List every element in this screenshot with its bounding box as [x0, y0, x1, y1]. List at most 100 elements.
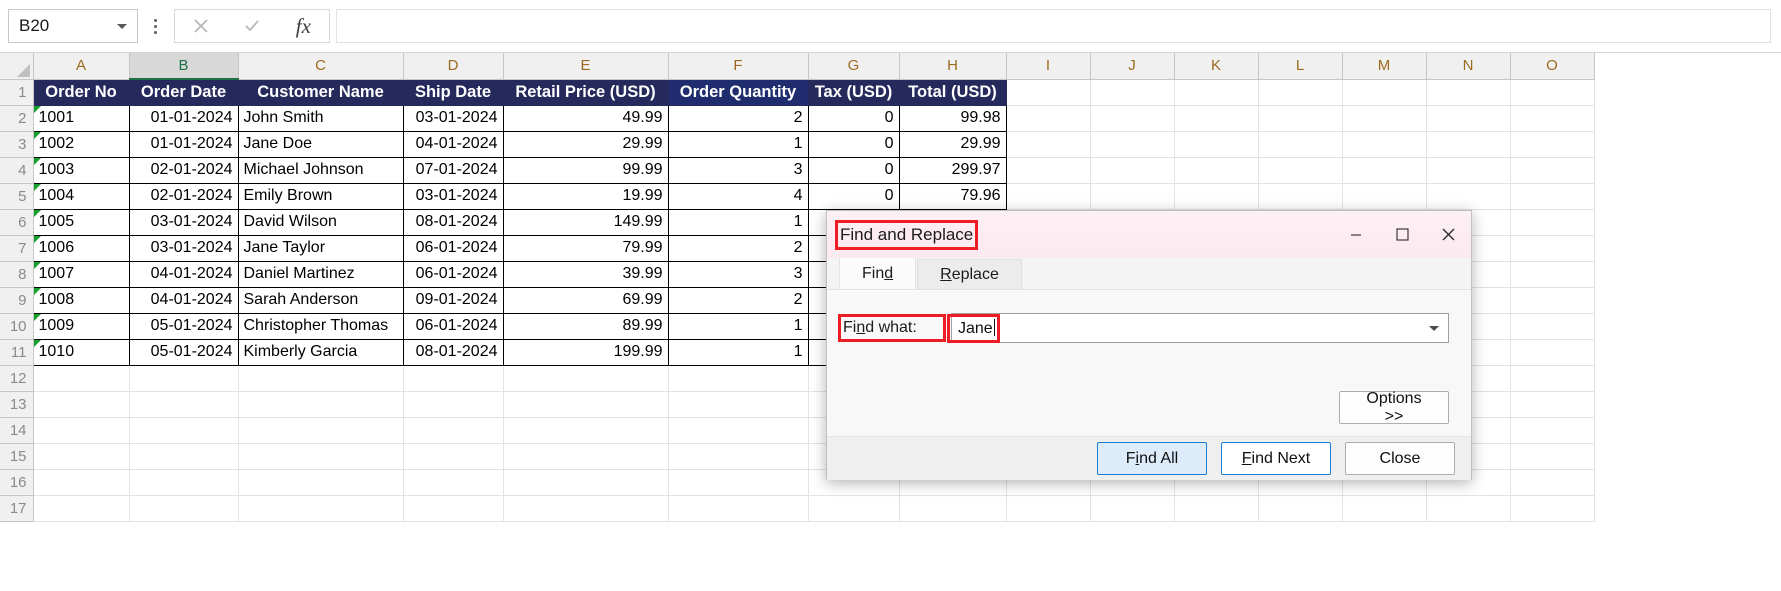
cell-C14[interactable]: [238, 417, 404, 444]
name-box[interactable]: B20: [8, 9, 138, 43]
cell-F9[interactable]: 2: [667, 287, 809, 314]
cell-L3[interactable]: [1258, 131, 1343, 158]
cell-C3[interactable]: Jane Doe: [237, 131, 404, 158]
cell-E16[interactable]: [503, 469, 669, 496]
cell-O14[interactable]: [1510, 417, 1595, 444]
cell-E15[interactable]: [503, 443, 669, 470]
row-header-15[interactable]: 15: [0, 443, 34, 470]
cell-A5[interactable]: 1004: [32, 183, 130, 210]
cell-B3[interactable]: 01-01-2024: [128, 131, 239, 158]
cell-O5[interactable]: [1510, 183, 1595, 210]
cell-C6[interactable]: David Wilson: [237, 209, 404, 236]
cell-E4[interactable]: 99.99: [502, 157, 669, 184]
find-all-button[interactable]: Fi nd All: [1097, 442, 1207, 475]
cell-D3[interactable]: 04-01-2024: [402, 131, 504, 158]
cell-M1[interactable]: [1342, 79, 1427, 106]
row-header-7[interactable]: 7: [0, 235, 34, 262]
cell-A10[interactable]: 1009: [32, 313, 130, 340]
cell-B13[interactable]: [129, 391, 239, 418]
fx-icon[interactable]: fx: [278, 10, 329, 42]
cell-H2[interactable]: 99.98: [898, 105, 1007, 132]
cell-N1[interactable]: [1426, 79, 1511, 106]
cell-M2[interactable]: [1342, 105, 1427, 132]
cell-F10[interactable]: 1: [667, 313, 809, 340]
cell-C8[interactable]: Daniel Martinez: [237, 261, 404, 288]
cell-O8[interactable]: [1510, 261, 1595, 288]
cell-D16[interactable]: [403, 469, 504, 496]
row-header-13[interactable]: 13: [0, 391, 34, 418]
cell-K3[interactable]: [1174, 131, 1259, 158]
cell-K2[interactable]: [1174, 105, 1259, 132]
cell-A4[interactable]: 1003: [32, 157, 130, 184]
cell-D2[interactable]: 03-01-2024: [402, 105, 504, 132]
cell-I3[interactable]: [1006, 131, 1091, 158]
cell-D6[interactable]: 08-01-2024: [402, 209, 504, 236]
cell-K5[interactable]: [1174, 183, 1259, 210]
cell-O2[interactable]: [1510, 105, 1595, 132]
header-cell-F1[interactable]: Order Quantity: [668, 79, 809, 106]
cell-E17[interactable]: [503, 495, 669, 522]
cell-B11[interactable]: 05-01-2024: [128, 339, 239, 366]
row-header-17[interactable]: 17: [0, 495, 34, 522]
options-button[interactable]: Options >>: [1339, 390, 1449, 425]
row-header-10[interactable]: 10: [0, 313, 34, 340]
cell-O7[interactable]: [1510, 235, 1595, 262]
cell-C5[interactable]: Emily Brown: [237, 183, 404, 210]
chevron-down-icon[interactable]: [117, 23, 127, 29]
header-cell-H1[interactable]: Total (USD): [899, 79, 1007, 106]
cell-E9[interactable]: 69.99: [502, 287, 669, 314]
formula-input[interactable]: [336, 9, 1771, 43]
cell-F14[interactable]: [668, 417, 809, 444]
cell-A17[interactable]: [33, 495, 130, 522]
cell-L17[interactable]: [1258, 495, 1343, 522]
row-header-6[interactable]: 6: [0, 209, 34, 236]
row-header-3[interactable]: 3: [0, 131, 34, 158]
cell-D11[interactable]: 08-01-2024: [402, 339, 504, 366]
cell-H4[interactable]: 299.97: [898, 157, 1007, 184]
cell-O10[interactable]: [1510, 313, 1595, 340]
header-cell-C1[interactable]: Customer Name: [238, 79, 404, 106]
cell-B6[interactable]: 03-01-2024: [128, 209, 239, 236]
cell-L1[interactable]: [1258, 79, 1343, 106]
cell-N17[interactable]: [1426, 495, 1511, 522]
cell-O11[interactable]: [1510, 339, 1595, 366]
cell-F8[interactable]: 3: [667, 261, 809, 288]
cell-I1[interactable]: [1006, 79, 1091, 106]
maximize-icon[interactable]: [1379, 211, 1425, 258]
cell-J1[interactable]: [1090, 79, 1175, 106]
cell-B10[interactable]: 05-01-2024: [128, 313, 239, 340]
cell-J3[interactable]: [1090, 131, 1175, 158]
cell-C9[interactable]: Sarah Anderson: [237, 287, 404, 314]
cell-O6[interactable]: [1510, 209, 1595, 236]
cell-O17[interactable]: [1510, 495, 1595, 522]
row-header-9[interactable]: 9: [0, 287, 34, 314]
find-next-button[interactable]: Find Next: [1221, 442, 1331, 475]
cell-I4[interactable]: [1006, 157, 1091, 184]
col-header-E[interactable]: E: [503, 53, 669, 80]
col-header-N[interactable]: N: [1426, 53, 1511, 80]
tab-find[interactable]: Find: [839, 257, 917, 289]
col-header-G[interactable]: G: [808, 53, 900, 80]
row-header-5[interactable]: 5: [0, 183, 34, 210]
cell-A9[interactable]: 1008: [32, 287, 130, 314]
col-header-A[interactable]: A: [33, 53, 130, 80]
row-header-12[interactable]: 12: [0, 365, 34, 392]
cell-C17[interactable]: [238, 495, 404, 522]
cell-G4[interactable]: 0: [807, 157, 900, 184]
row-header-1[interactable]: 1: [0, 79, 34, 106]
cell-B17[interactable]: [129, 495, 239, 522]
cell-D13[interactable]: [403, 391, 504, 418]
cell-O1[interactable]: [1510, 79, 1595, 106]
cell-B7[interactable]: 03-01-2024: [128, 235, 239, 262]
header-cell-B1[interactable]: Order Date: [129, 79, 239, 106]
cell-F13[interactable]: [668, 391, 809, 418]
cell-D5[interactable]: 03-01-2024: [402, 183, 504, 210]
cell-D14[interactable]: [403, 417, 504, 444]
cell-F11[interactable]: 1: [667, 339, 809, 366]
cell-N4[interactable]: [1426, 157, 1511, 184]
cell-H3[interactable]: 29.99: [898, 131, 1007, 158]
header-cell-D1[interactable]: Ship Date: [403, 79, 504, 106]
cell-C16[interactable]: [238, 469, 404, 496]
minimize-icon[interactable]: [1333, 211, 1379, 258]
cell-K4[interactable]: [1174, 157, 1259, 184]
